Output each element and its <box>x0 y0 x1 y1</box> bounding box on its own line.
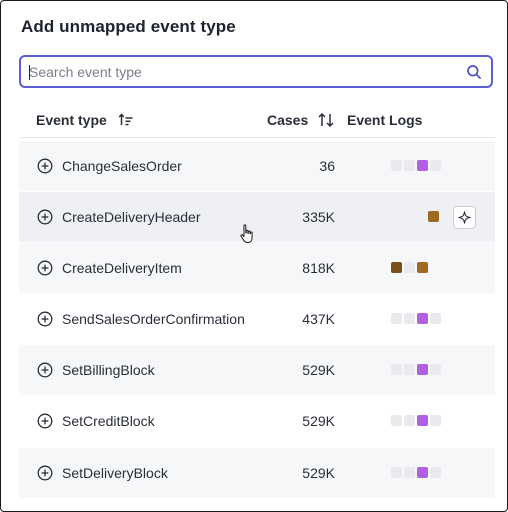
sort-ascending-icon[interactable] <box>118 112 134 128</box>
cases-count: 529K <box>302 465 335 481</box>
event-type-name: SendSalesOrderConfirmation <box>62 311 245 327</box>
event-log-square <box>404 160 415 171</box>
dialog-title: Add unmapped event type <box>21 17 236 36</box>
event-type-name: CreateDeliveryHeader <box>62 209 201 225</box>
search-input[interactable] <box>29 63 459 81</box>
cases-count: 529K <box>302 362 335 378</box>
table-row[interactable]: SetBillingBlock 529K <box>19 345 495 395</box>
event-log-square <box>391 415 402 426</box>
sort-arrows-icon[interactable] <box>317 111 335 129</box>
event-type-name: SetDeliveryBlock <box>62 465 168 481</box>
event-log-square <box>417 364 428 375</box>
event-log-square <box>404 467 415 478</box>
event-log-square <box>404 364 415 375</box>
ai-suggest-button[interactable] <box>453 206 476 229</box>
plus-circle-icon[interactable] <box>37 311 53 327</box>
event-type-name: CreateDeliveryItem <box>62 260 182 276</box>
plus-circle-icon[interactable] <box>37 362 53 378</box>
event-type-name: ChangeSalesOrder <box>62 158 182 174</box>
plus-circle-icon[interactable] <box>37 413 53 429</box>
event-log-square <box>404 313 415 324</box>
plus-circle-icon[interactable] <box>37 158 53 174</box>
event-log-square <box>430 313 441 324</box>
hand-pointer-icon <box>240 224 253 243</box>
event-log-square <box>417 467 428 478</box>
event-log-square <box>391 467 402 478</box>
cases-count: 529K <box>302 413 335 429</box>
event-log-square <box>430 415 441 426</box>
event-log-square <box>391 262 402 273</box>
table-row[interactable]: CreateDeliveryItem 818K <box>19 243 495 293</box>
event-log-square <box>417 262 428 273</box>
search-box[interactable] <box>19 55 493 88</box>
event-log-square <box>404 415 415 426</box>
event-log-square <box>417 160 428 171</box>
cases-count: 335K <box>302 209 335 225</box>
cases-count: 36 <box>319 158 335 174</box>
column-header-event-type[interactable]: Event type <box>36 112 107 128</box>
event-log-square <box>391 364 402 375</box>
plus-circle-icon[interactable] <box>37 209 53 225</box>
table-row[interactable]: SetDeliveryBlock 529K <box>19 448 495 498</box>
cases-count: 818K <box>302 260 335 276</box>
column-header-event-logs: Event Logs <box>347 112 423 128</box>
table-row[interactable]: SetCreditBlock 529K <box>19 396 495 446</box>
dialog: Add unmapped event type Event type Cases… <box>0 0 508 512</box>
table-row[interactable]: ChangeSalesOrder 36 <box>19 141 495 191</box>
table-header: Event type Cases Event Logs <box>19 101 495 138</box>
cases-count: 437K <box>302 311 335 327</box>
event-log-square <box>430 160 441 171</box>
column-header-cases[interactable]: Cases <box>267 112 308 128</box>
event-type-name: SetBillingBlock <box>62 362 155 378</box>
event-type-name: SetCreditBlock <box>62 413 155 429</box>
event-log-square <box>430 467 441 478</box>
text-caret <box>29 65 30 80</box>
event-log-square <box>430 364 441 375</box>
event-log-square <box>417 415 428 426</box>
table-row[interactable]: SendSalesOrderConfirmation 437K <box>19 294 495 344</box>
sparkle-icon <box>458 211 471 224</box>
event-log-square <box>391 313 402 324</box>
event-log-square <box>391 160 402 171</box>
plus-circle-icon[interactable] <box>37 465 53 481</box>
event-log-square <box>417 313 428 324</box>
search-icon[interactable] <box>466 64 482 80</box>
event-log-square <box>404 262 415 273</box>
plus-circle-icon[interactable] <box>37 260 53 276</box>
event-log-square <box>428 211 439 222</box>
